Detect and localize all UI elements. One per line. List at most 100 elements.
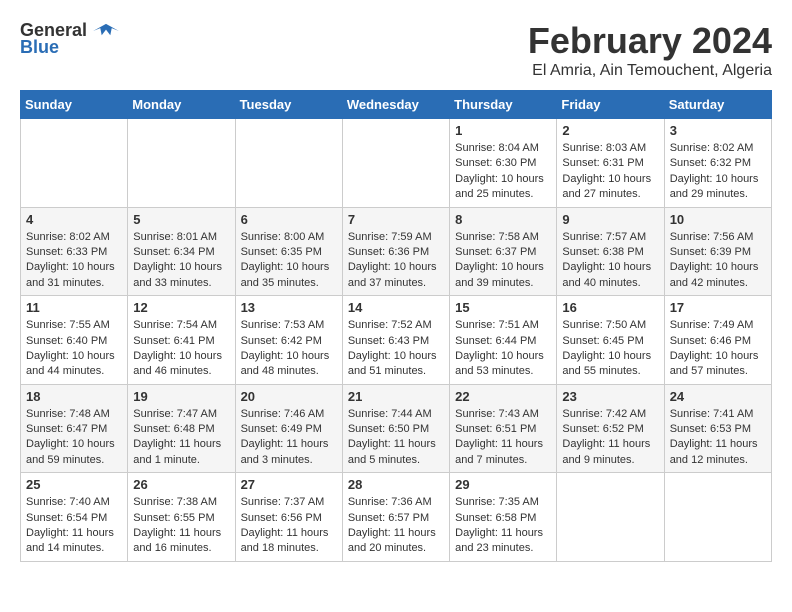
week-row-3: 11 Sunrise: 7:55 AM Sunset: 6:40 PM Dayli… — [21, 296, 772, 385]
calendar-table: SundayMondayTuesdayWednesdayThursdayFrid… — [20, 90, 772, 562]
calendar-cell: 6 Sunrise: 8:00 AM Sunset: 6:35 PM Daylig… — [235, 207, 342, 296]
day-info: Sunrise: 7:40 AM Sunset: 6:54 PM Dayligh… — [26, 495, 122, 557]
calendar-cell: 19Sunrise: 7:47 AM Sunset: 6:48 PM Dayli… — [128, 384, 235, 473]
day-info: Sunrise: 7:42 AM Sunset: 6:52 PM Dayligh… — [562, 407, 658, 469]
day-number: 14 — [348, 300, 444, 315]
day-number: 24 — [670, 389, 766, 404]
header: General Blue February 2024 El Amria, Ain… — [20, 20, 772, 80]
logo-bird-icon — [91, 21, 121, 41]
title-section: February 2024 El Amria, Ain Temouchent, … — [528, 20, 772, 80]
calendar-cell: 29Sunrise: 7:35 AM Sunset: 6:58 PM Dayli… — [450, 473, 557, 562]
day-number: 27 — [241, 477, 337, 492]
day-info: Sunrise: 8:02 AM Sunset: 6:32 PM Dayligh… — [670, 141, 766, 203]
calendar-cell: 4 Sunrise: 8:02 AM Sunset: 6:33 PM Daylig… — [21, 207, 128, 296]
header-day-monday: Monday — [128, 91, 235, 119]
month-year-title: February 2024 — [528, 20, 772, 62]
calendar-cell — [664, 473, 771, 562]
day-number: 1 — [455, 123, 551, 138]
day-number: 16 — [562, 300, 658, 315]
day-info: Sunrise: 7:56 AM Sunset: 6:39 PM Dayligh… — [670, 230, 766, 292]
calendar-cell: 3Sunrise: 8:02 AM Sunset: 6:32 PM Daylig… — [664, 119, 771, 208]
calendar-cell: 8 Sunrise: 7:58 AM Sunset: 6:37 PM Daylig… — [450, 207, 557, 296]
calendar-cell — [235, 119, 342, 208]
calendar-cell: 11 Sunrise: 7:55 AM Sunset: 6:40 PM Dayli… — [21, 296, 128, 385]
day-number: 9 — [562, 212, 658, 227]
day-info: Sunrise: 8:02 AM Sunset: 6:33 PM Dayligh… — [26, 230, 122, 292]
header-day-wednesday: Wednesday — [342, 91, 449, 119]
header-row: SundayMondayTuesdayWednesdayThursdayFrid… — [21, 91, 772, 119]
logo: General Blue — [20, 20, 121, 58]
day-info: Sunrise: 7:38 AM Sunset: 6:55 PM Dayligh… — [133, 495, 229, 557]
calendar-cell — [128, 119, 235, 208]
day-number: 18 — [26, 389, 122, 404]
day-number: 28 — [348, 477, 444, 492]
day-number: 12 — [133, 300, 229, 315]
calendar-cell: 27 Sunrise: 7:37 AM Sunset: 6:56 PM Dayli… — [235, 473, 342, 562]
calendar-cell: 21 Sunrise: 7:44 AM Sunset: 6:50 PM Dayli… — [342, 384, 449, 473]
calendar-cell: 28 Sunrise: 7:36 AM Sunset: 6:57 PM Dayli… — [342, 473, 449, 562]
day-info: Sunrise: 7:58 AM Sunset: 6:37 PM Dayligh… — [455, 230, 551, 292]
header-day-tuesday: Tuesday — [235, 91, 342, 119]
calendar-cell: 25 Sunrise: 7:40 AM Sunset: 6:54 PM Dayli… — [21, 473, 128, 562]
header-day-thursday: Thursday — [450, 91, 557, 119]
day-number: 21 — [348, 389, 444, 404]
calendar-cell: 23Sunrise: 7:42 AM Sunset: 6:52 PM Dayli… — [557, 384, 664, 473]
day-info: Sunrise: 8:01 AM Sunset: 6:34 PM Dayligh… — [133, 230, 229, 292]
calendar-cell: 24 Sunrise: 7:41 AM Sunset: 6:53 PM Dayli… — [664, 384, 771, 473]
day-number: 5 — [133, 212, 229, 227]
calendar-cell: 10 Sunrise: 7:56 AM Sunset: 6:39 PM Dayli… — [664, 207, 771, 296]
day-number: 17 — [670, 300, 766, 315]
calendar-cell — [21, 119, 128, 208]
calendar-cell: 20 Sunrise: 7:46 AM Sunset: 6:49 PM Dayli… — [235, 384, 342, 473]
day-number: 8 — [455, 212, 551, 227]
day-number: 26 — [133, 477, 229, 492]
day-number: 13 — [241, 300, 337, 315]
header-day-saturday: Saturday — [664, 91, 771, 119]
calendar-cell: 13 Sunrise: 7:53 AM Sunset: 6:42 PM Dayli… — [235, 296, 342, 385]
header-day-friday: Friday — [557, 91, 664, 119]
calendar-cell — [557, 473, 664, 562]
day-info: Sunrise: 8:03 AM Sunset: 6:31 PM Dayligh… — [562, 141, 658, 203]
day-number: 29 — [455, 477, 551, 492]
day-info: Sunrise: 7:49 AM Sunset: 6:46 PM Dayligh… — [670, 318, 766, 380]
day-info: Sunrise: 7:37 AM Sunset: 6:56 PM Dayligh… — [241, 495, 337, 557]
day-number: 6 — [241, 212, 337, 227]
calendar-cell: 1 Sunrise: 8:04 AM Sunset: 6:30 PM Daylig… — [450, 119, 557, 208]
day-info: Sunrise: 7:46 AM Sunset: 6:49 PM Dayligh… — [241, 407, 337, 469]
day-info: Sunrise: 7:43 AM Sunset: 6:51 PM Dayligh… — [455, 407, 551, 469]
day-info: Sunrise: 7:52 AM Sunset: 6:43 PM Dayligh… — [348, 318, 444, 380]
logo-blue: Blue — [20, 37, 59, 58]
calendar-cell: 5 Sunrise: 8:01 AM Sunset: 6:34 PM Daylig… — [128, 207, 235, 296]
calendar-cell: 2 Sunrise: 8:03 AM Sunset: 6:31 PM Daylig… — [557, 119, 664, 208]
week-row-2: 4 Sunrise: 8:02 AM Sunset: 6:33 PM Daylig… — [21, 207, 772, 296]
day-number: 25 — [26, 477, 122, 492]
calendar-cell: 18 Sunrise: 7:48 AM Sunset: 6:47 PM Dayli… — [21, 384, 128, 473]
calendar-cell: 17 Sunrise: 7:49 AM Sunset: 6:46 PM Dayli… — [664, 296, 771, 385]
day-info: Sunrise: 7:55 AM Sunset: 6:40 PM Dayligh… — [26, 318, 122, 380]
calendar-cell: 15 Sunrise: 7:51 AM Sunset: 6:44 PM Dayli… — [450, 296, 557, 385]
day-info: Sunrise: 8:00 AM Sunset: 6:35 PM Dayligh… — [241, 230, 337, 292]
calendar-cell: 26 Sunrise: 7:38 AM Sunset: 6:55 PM Dayli… — [128, 473, 235, 562]
day-number: 19 — [133, 389, 229, 404]
day-number: 15 — [455, 300, 551, 315]
location-subtitle: El Amria, Ain Temouchent, Algeria — [528, 62, 772, 80]
day-info: Sunrise: 7:51 AM Sunset: 6:44 PM Dayligh… — [455, 318, 551, 380]
day-info: Sunrise: 7:53 AM Sunset: 6:42 PM Dayligh… — [241, 318, 337, 380]
week-row-1: 1 Sunrise: 8:04 AM Sunset: 6:30 PM Daylig… — [21, 119, 772, 208]
day-info: Sunrise: 7:59 AM Sunset: 6:36 PM Dayligh… — [348, 230, 444, 292]
day-info: Sunrise: 7:50 AM Sunset: 6:45 PM Dayligh… — [562, 318, 658, 380]
week-row-5: 25 Sunrise: 7:40 AM Sunset: 6:54 PM Dayli… — [21, 473, 772, 562]
day-number: 11 — [26, 300, 122, 315]
week-row-4: 18 Sunrise: 7:48 AM Sunset: 6:47 PM Dayli… — [21, 384, 772, 473]
day-info: Sunrise: 7:41 AM Sunset: 6:53 PM Dayligh… — [670, 407, 766, 469]
day-info: Sunrise: 8:04 AM Sunset: 6:30 PM Dayligh… — [455, 141, 551, 203]
day-info: Sunrise: 7:44 AM Sunset: 6:50 PM Dayligh… — [348, 407, 444, 469]
day-number: 10 — [670, 212, 766, 227]
day-number: 4 — [26, 212, 122, 227]
day-number: 20 — [241, 389, 337, 404]
day-number: 2 — [562, 123, 658, 138]
day-info: Sunrise: 7:36 AM Sunset: 6:57 PM Dayligh… — [348, 495, 444, 557]
day-info: Sunrise: 7:48 AM Sunset: 6:47 PM Dayligh… — [26, 407, 122, 469]
calendar-cell — [342, 119, 449, 208]
calendar-cell: 7Sunrise: 7:59 AM Sunset: 6:36 PM Daylig… — [342, 207, 449, 296]
